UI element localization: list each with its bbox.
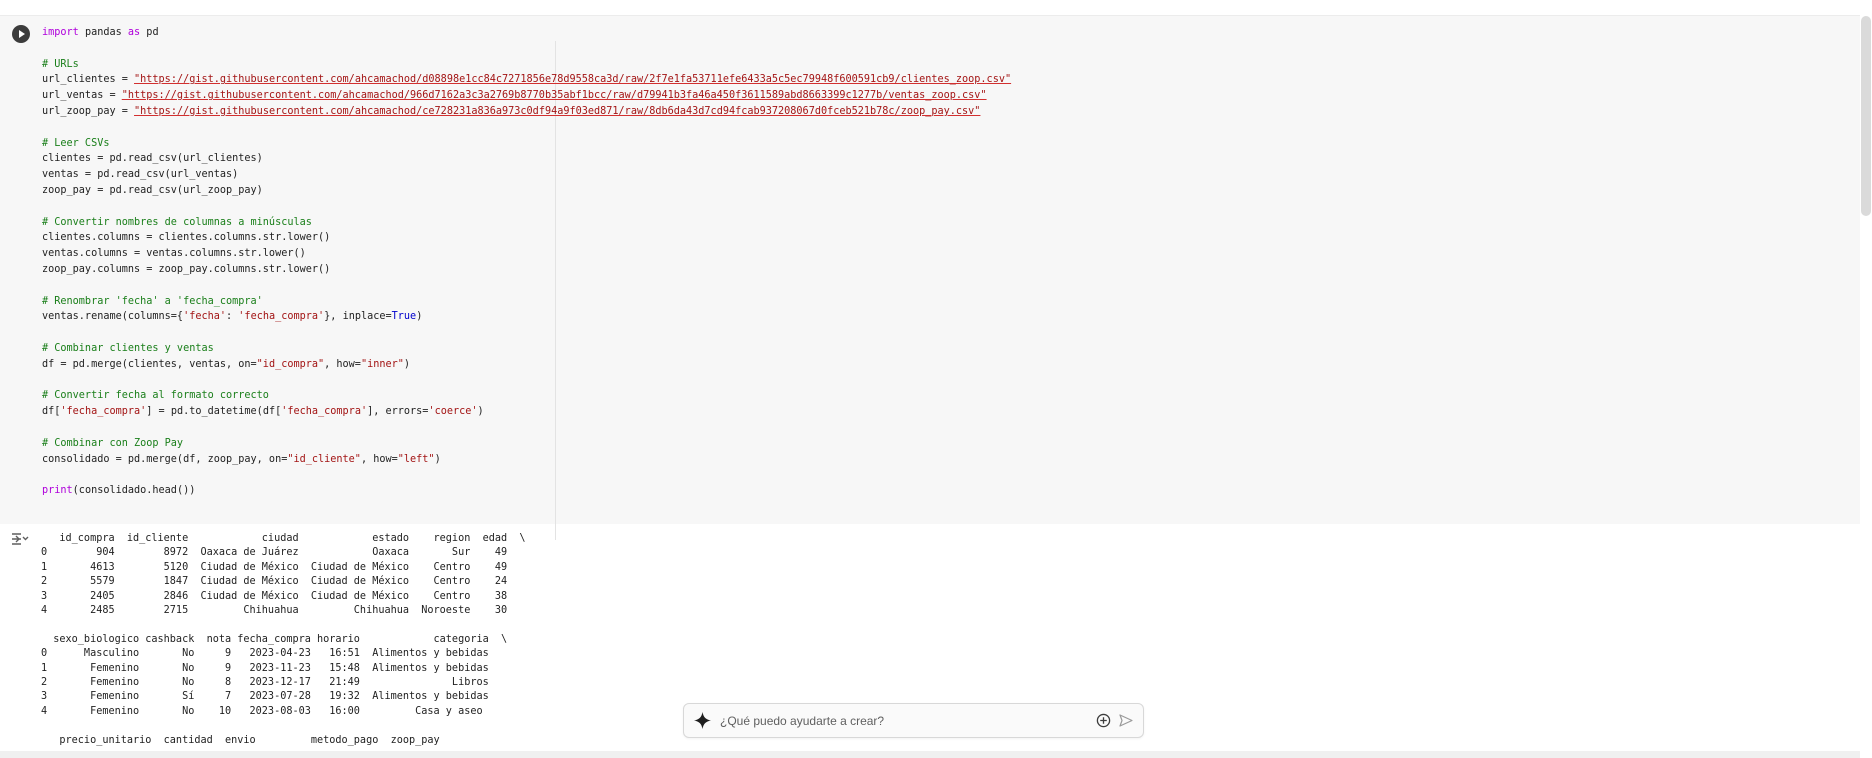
code-comment: # Renombrar 'fecha' a 'fecha_compra': [42, 295, 263, 307]
code-string: 'fecha_compra': [281, 406, 368, 418]
url-zoop-pay-link[interactable]: "https://gist.githubusercontent.com/ahca…: [134, 106, 980, 117]
code-token: ): [403, 358, 411, 370]
code-comment: # Convertir fecha al formato correcto: [42, 390, 269, 402]
code-builtin: True: [391, 311, 417, 323]
code-token: pandas: [78, 27, 128, 38]
code-token: , how=: [324, 358, 361, 370]
code-token: ] = pd.to_datetime(df[: [146, 406, 282, 418]
code-builtin-print: print: [42, 485, 73, 497]
code-token: consolidado = pd.merge(df, zoop_pay, on=: [42, 453, 288, 465]
code-line: ventas = pd.read_csv(url_ventas): [42, 169, 239, 181]
code-token: ): [434, 453, 441, 465]
code-string: 'fecha': [183, 311, 227, 323]
code-comment: # URLs: [42, 58, 79, 70]
send-icon[interactable]: [1119, 714, 1133, 727]
vertical-scrollbar[interactable]: [1860, 0, 1872, 758]
code-line: zoop_pay.columns = zoop_pay.columns.str.…: [42, 263, 331, 275]
code-token: import: [42, 27, 79, 38]
code-comment: # Combinar clientes y ventas: [42, 342, 214, 354]
code-token: url_ventas =: [42, 90, 122, 102]
code-token: df[: [42, 406, 61, 418]
code-editor[interactable]: import pandas as pd # URLs url_clientes …: [42, 25, 1011, 499]
code-string: "left": [397, 453, 435, 465]
top-toolbar-strip: [0, 0, 1872, 16]
sparkle-icon: [694, 712, 711, 729]
code-token: url_zoop_pay =: [42, 105, 135, 117]
code-token: df = pd.merge(clientes, ventas, on=: [42, 358, 257, 370]
code-token: ): [416, 311, 423, 323]
code-string: "inner": [360, 358, 404, 370]
code-line: ventas.columns = ventas.columns.str.lowe…: [42, 248, 306, 260]
code-string: 'fecha_compra': [238, 311, 325, 323]
code-token: pd: [140, 27, 159, 38]
code-comment: # Leer CSVs: [42, 137, 110, 149]
horizontal-scrollbar[interactable]: [0, 751, 1860, 758]
code-string: 'fecha_compra': [60, 406, 147, 418]
code-token: (consolidado.head()): [72, 485, 196, 497]
code-token: ): [477, 406, 484, 418]
code-token: as: [127, 27, 141, 38]
code-string: 'coerce': [428, 406, 478, 418]
ai-prompt-input[interactable]: [718, 710, 1072, 732]
url-clientes-link[interactable]: "https://gist.githubusercontent.com/ahca…: [134, 74, 1011, 85]
code-token: }, inplace=: [324, 311, 392, 323]
scroll-thumb[interactable]: [1861, 16, 1871, 216]
code-comment: # Combinar con Zoop Pay: [42, 437, 184, 449]
code-comment: # Convertir nombres de columnas a minúsc…: [42, 216, 312, 228]
ai-prompt-bar[interactable]: [683, 703, 1144, 738]
code-string: "id_compra": [256, 358, 325, 370]
cell-output-text: id_compra id_cliente ciudad estado regio…: [41, 533, 526, 746]
url-ventas-link[interactable]: "https://gist.githubusercontent.com/ahca…: [122, 90, 987, 101]
code-token: ventas.rename(columns={: [42, 311, 184, 323]
code-token: ], errors=: [367, 406, 429, 418]
code-token: , how=: [360, 453, 398, 465]
code-token: :: [226, 311, 239, 323]
plus-circle-icon[interactable]: [1096, 713, 1111, 728]
code-token: url_clientes =: [42, 74, 135, 86]
run-cell-button[interactable]: [12, 25, 30, 43]
code-string: "id_cliente": [287, 453, 361, 465]
code-line: clientes.columns = clientes.columns.str.…: [42, 232, 331, 244]
code-line: clientes = pd.read_csv(url_clientes): [42, 153, 263, 165]
output-toggle-icon[interactable]: [11, 531, 29, 547]
code-line: zoop_pay = pd.read_csv(url_zoop_pay): [42, 184, 263, 196]
